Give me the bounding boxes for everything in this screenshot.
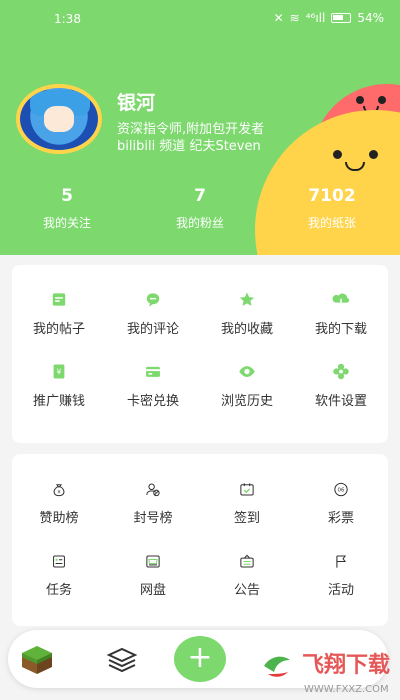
menu-tasks[interactable]: 任务 [12,526,106,598]
menu-label: 彩票 [327,511,354,526]
menu-settings[interactable]: 软件设置 [294,337,388,409]
card-icon [146,366,160,377]
menu-sponsor-rank[interactable]: ¥ 赞助榜 [12,454,106,526]
menu-label: 活动 [327,583,354,598]
user-name: 银河 [117,92,156,114]
mute-icon: ✕ [273,11,284,25]
user-bio-line1: 资深指令师,附加包开发者 [117,122,265,137]
status-time: 1:38 [54,12,81,26]
flag-icon [336,555,347,568]
lottery-badge: 06 [338,488,345,494]
drive-icon [146,555,160,568]
money-bag-icon: ¥ [53,484,65,497]
battery-icon [331,13,352,23]
menu-browse-history[interactable]: 浏览历史 [200,337,294,409]
menu-label: 推广赚钱 [32,394,85,409]
post-icon [52,293,66,306]
svg-text:¥: ¥ [57,368,62,377]
menu-label: 浏览历史 [220,394,273,409]
add-button[interactable]: + [174,636,226,682]
stat-fans[interactable]: 7 我的粉丝 [150,186,250,231]
stat-following[interactable]: 5 我的关注 [17,186,117,231]
comment-icon [146,293,160,307]
profile-header: 1:38 ✕ ≋ ⁴⁶ıll 54% 银河 资深指令师,附加包开发者 bilib… [0,0,400,255]
svg-text:¥: ¥ [57,490,60,496]
menu-label: 封号榜 [133,511,173,526]
user-bio: 资深指令师,附加包开发者 bilibili 频道 纪夫Steven [117,121,317,155]
menu-label: 我的下载 [314,322,367,337]
menu-cloud-drive[interactable]: 网盘 [106,526,200,598]
watermark-logo: 飞翔下载 WWW.FXXZ.COM [254,644,390,695]
menu-label: 我的帖子 [32,322,85,337]
menu-my-downloads[interactable]: 我的下载 [294,265,388,337]
yuan-icon: ¥ [53,364,65,379]
menu-card-redeem[interactable]: 卡密兑换 [106,337,200,409]
stat-paper[interactable]: 7102 我的纸张 [282,186,382,231]
menu-my-favorites[interactable]: 我的收藏 [200,265,294,337]
secondary-menu-card: ¥ 赞助榜 封号榜 签到 06 彩票 任务 网盘 公告 活动 [12,454,388,626]
signal-icon: ⁴⁶ıll [305,11,326,25]
menu-label: 软件设置 [314,394,367,409]
grass-block-icon[interactable] [20,644,54,676]
task-list-icon [53,555,65,568]
stat-following-label: 我的关注 [42,216,91,230]
watermark-text: 飞翔下载 [302,652,390,678]
menu-my-posts[interactable]: 我的帖子 [12,265,106,337]
layers-icon[interactable] [106,646,138,674]
menu-label: 网盘 [139,583,166,598]
user-bio-line2: bilibili 频道 纪夫Steven [117,139,261,154]
download-icon [332,293,350,307]
menu-announcements[interactable]: 公告 [200,526,294,598]
battery-percent: 54% [357,11,384,25]
menu-check-in[interactable]: 签到 [200,454,294,526]
stat-following-count: 5 [61,186,73,206]
menu-label: 我的收藏 [220,322,273,337]
menu-label: 我的评论 [126,322,179,337]
announcement-icon [240,554,254,568]
stat-fans-label: 我的粉丝 [175,216,224,230]
lottery-icon: 06 [334,482,348,497]
watermark-url: WWW.FXXZ.COM [304,684,389,695]
menu-label: 赞助榜 [39,511,79,526]
stat-paper-count: 7102 [308,186,356,206]
eye-icon [239,366,255,377]
menu-label: 任务 [45,583,72,598]
calendar-check-icon [240,483,254,496]
menu-promote-earn[interactable]: ¥ 推广赚钱 [12,337,106,409]
avatar[interactable] [16,84,102,154]
menu-label: 签到 [233,511,260,526]
wifi-icon: ≋ [289,11,300,25]
status-icons: ✕ ≋ ⁴⁶ıll 54% [274,11,384,25]
menu-lottery[interactable]: 06 彩票 [294,454,388,526]
menu-ban-rank[interactable]: 封号榜 [106,454,200,526]
status-bar: 1:38 ✕ ≋ ⁴⁶ıll 54% [0,0,400,36]
menu-label: 卡密兑换 [126,394,179,409]
menu-label: 公告 [233,583,260,598]
star-icon [239,292,255,306]
stat-fans-count: 7 [194,186,206,206]
user-ban-icon [146,483,160,497]
menu-my-comments[interactable]: 我的评论 [106,265,200,337]
primary-menu-card: 我的帖子 我的评论 我的收藏 我的下载 ¥ 推广赚钱 卡密兑换 浏览历史 软件设 [12,265,388,443]
gear-icon [333,363,349,380]
stat-paper-label: 我的纸张 [307,216,356,230]
menu-events[interactable]: 活动 [294,526,388,598]
